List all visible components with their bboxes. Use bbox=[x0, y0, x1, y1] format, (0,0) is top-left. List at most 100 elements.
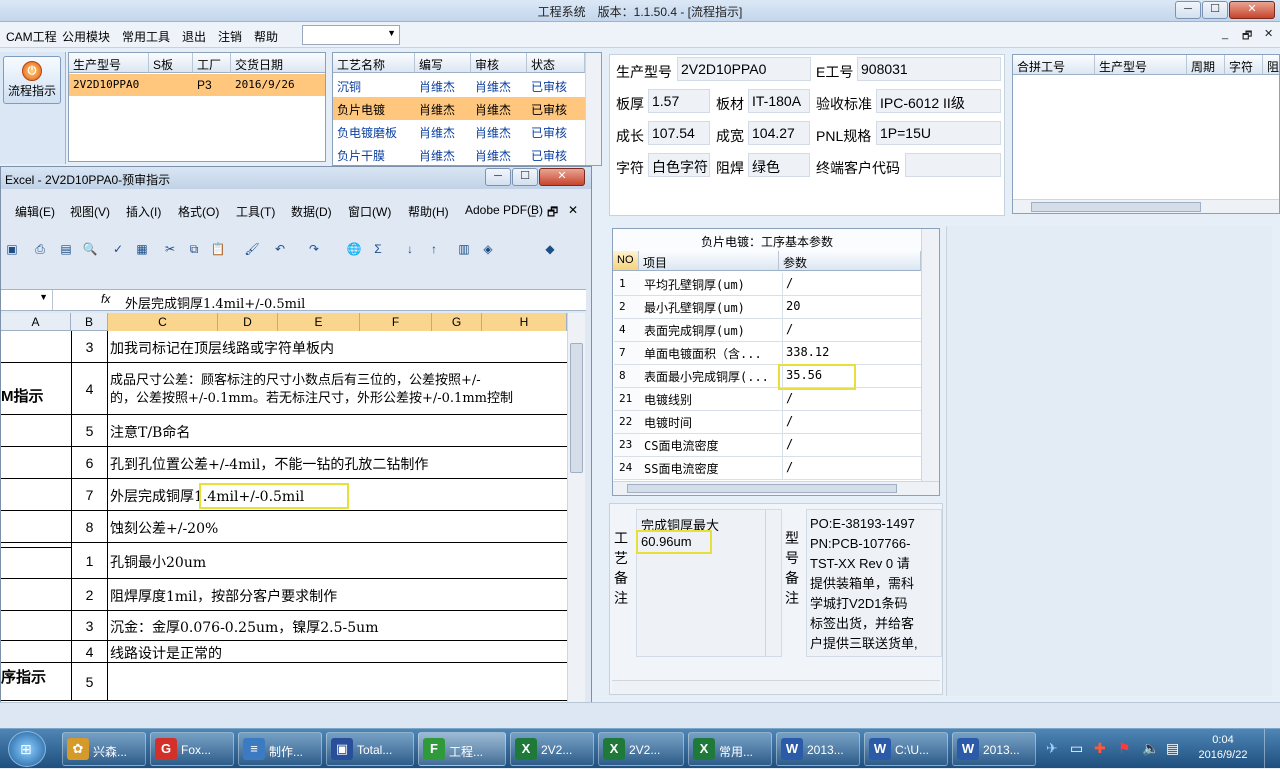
excel-menu-data[interactable]: 数据(D) bbox=[291, 203, 332, 220]
show-desktop-button[interactable] bbox=[1264, 729, 1280, 769]
excel-menu-help[interactable]: 帮助(H) bbox=[408, 203, 449, 220]
col-delivery[interactable]: 交货日期 bbox=[231, 53, 325, 73]
remarks-scrollbar[interactable] bbox=[765, 510, 781, 656]
network-icon[interactable]: ▤ bbox=[1166, 740, 1179, 757]
spelling-icon[interactable]: ✓ bbox=[109, 242, 127, 258]
col-merge-model[interactable]: 生产型号 bbox=[1095, 55, 1187, 75]
autosum-icon[interactable]: Σ bbox=[369, 242, 387, 258]
tray-app-icon[interactable]: ✈ bbox=[1046, 740, 1058, 757]
menu-dropdown[interactable]: ▼ bbox=[302, 25, 400, 45]
clock[interactable]: 0:04 2016/9/22 bbox=[1190, 733, 1256, 763]
minimize-button[interactable]: ─ bbox=[1175, 1, 1201, 19]
taskbar-item[interactable]: ✿ 兴森... bbox=[62, 732, 146, 766]
flow-instruction-button[interactable]: ⏻ 流程指示 bbox=[3, 56, 61, 104]
scroll-thumb[interactable] bbox=[627, 484, 897, 493]
field-model[interactable]: 2V2D10PPA0 bbox=[677, 57, 811, 81]
col-reviewer[interactable]: 审核 bbox=[471, 53, 527, 73]
table-row[interactable]: 7 单面电镀面积（含... 338.12 bbox=[614, 342, 922, 365]
maximize-button[interactable]: ☐ bbox=[1202, 1, 1228, 19]
field-pnl[interactable]: 1P=15U bbox=[876, 121, 1001, 145]
excel-menu-format[interactable]: 格式(O) bbox=[178, 203, 219, 220]
col-item[interactable]: 项目 bbox=[639, 251, 779, 271]
volume-icon[interactable]: 🔈 bbox=[1142, 740, 1159, 757]
col-merge-cycle[interactable]: 周期 bbox=[1187, 55, 1225, 75]
tray-device-icon[interactable]: ▭ bbox=[1070, 740, 1083, 757]
start-button[interactable]: ⊞ bbox=[8, 731, 46, 767]
table-row[interactable]: 24 SS面电流密度 / bbox=[614, 457, 922, 480]
scroll-thumb[interactable] bbox=[1031, 202, 1201, 212]
sort-ascending-icon[interactable]: ↓ bbox=[401, 242, 419, 258]
col-merge-mask[interactable]: 阻焊 bbox=[1263, 55, 1279, 75]
tray-security-icon[interactable]: ✚ bbox=[1094, 740, 1106, 757]
field-soldermask[interactable]: 绿色 bbox=[748, 153, 810, 177]
col-s-board[interactable]: S板 bbox=[149, 53, 193, 73]
table-row[interactable]: 21 电镀线别 / bbox=[614, 388, 922, 411]
taskbar-item[interactable]: G Fox... bbox=[150, 732, 234, 766]
permission-icon[interactable]: ▣ bbox=[3, 242, 21, 258]
field-silkscreen[interactable]: 白色字符 bbox=[648, 153, 710, 177]
undo-icon[interactable]: ↶ bbox=[271, 242, 289, 258]
table-row[interactable]: 22 电镀时间 / bbox=[614, 411, 922, 434]
excel-mdi-restore[interactable]: 🗗 bbox=[547, 203, 558, 224]
print-preview-icon[interactable]: ▤ bbox=[57, 242, 75, 258]
print-icon[interactable]: ⎙ bbox=[31, 242, 49, 258]
research-icon[interactable]: ▦ bbox=[133, 242, 151, 258]
field-material[interactable]: IT-180A bbox=[748, 89, 810, 113]
formula-input[interactable]: 外层完成铜厚1.4mil+/-0.5mil bbox=[125, 293, 305, 312]
preview-icon[interactable]: 🔍 bbox=[81, 242, 99, 258]
col-value[interactable]: 参数 bbox=[779, 251, 921, 271]
table-row[interactable]: 1 平均孔壁铜厚(um) / bbox=[614, 273, 922, 296]
process-grid-scrollbar[interactable] bbox=[585, 53, 601, 165]
copy-icon[interactable]: ⧉ bbox=[185, 242, 203, 258]
excel-menu-tools[interactable]: 工具(T) bbox=[236, 203, 275, 220]
close-button[interactable]: ✕ bbox=[1229, 1, 1275, 19]
taskbar-item[interactable]: W 2013... bbox=[776, 732, 860, 766]
col-factory[interactable]: 工厂 bbox=[193, 53, 231, 73]
excel-menu-edit[interactable]: 编辑(E) bbox=[15, 203, 55, 220]
excel-vertical-scrollbar[interactable] bbox=[567, 313, 585, 729]
col-header-c[interactable]: C bbox=[108, 313, 218, 331]
excel-maximize-button[interactable]: ☐ bbox=[512, 168, 538, 186]
paste-icon[interactable]: 📋 bbox=[209, 242, 227, 258]
menu-exit[interactable]: 退出 bbox=[182, 28, 206, 45]
col-model[interactable]: 生产型号 bbox=[69, 53, 149, 73]
model-remarks-text[interactable]: PO:E-38193-1497 PN:PCB-107766- TST-XX Re… bbox=[806, 509, 942, 657]
hyperlink-icon[interactable]: 🌐 bbox=[345, 242, 363, 258]
field-standard[interactable]: IPC-6012 II级 bbox=[876, 89, 1001, 113]
excel-mdi-minimize[interactable]: _ bbox=[529, 203, 536, 217]
cut-icon[interactable]: ✂ bbox=[161, 242, 179, 258]
field-thickness[interactable]: 1.57 bbox=[648, 89, 710, 113]
table-row[interactable]: 8 表面最小完成铜厚(... 35.56 bbox=[614, 365, 922, 388]
param-grid-vscrollbar[interactable] bbox=[921, 229, 939, 481]
taskbar-item[interactable]: W 2013... bbox=[952, 732, 1036, 766]
col-header-f[interactable]: F bbox=[360, 313, 432, 331]
col-header-b[interactable]: B bbox=[71, 313, 108, 331]
menu-public[interactable]: 公用模块 bbox=[62, 28, 110, 45]
redo-icon[interactable]: ↷ bbox=[305, 242, 323, 258]
col-merge-no[interactable]: 合拼工号 bbox=[1013, 55, 1095, 75]
sort-descending-icon[interactable]: ↑ bbox=[425, 242, 443, 258]
remarks-hscrollbar[interactable] bbox=[612, 680, 940, 694]
field-eno[interactable]: 908031 bbox=[857, 57, 1001, 81]
table-row[interactable]: 2 最小孔壁铜厚(um) 20 bbox=[614, 296, 922, 319]
menu-logout[interactable]: 注销 bbox=[218, 28, 242, 45]
taskbar-item[interactable]: X 2V2... bbox=[598, 732, 684, 766]
field-width[interactable]: 104.27 bbox=[748, 121, 810, 145]
drawing-icon[interactable]: ◈ bbox=[479, 242, 497, 258]
taskbar-item[interactable]: ≡ 制作... bbox=[238, 732, 322, 766]
taskbar-item-active[interactable]: F 工程... bbox=[418, 732, 506, 766]
param-grid-hscrollbar[interactable] bbox=[613, 481, 939, 495]
menu-help[interactable]: 帮助 bbox=[254, 28, 278, 45]
col-process[interactable]: 工艺名称 bbox=[333, 53, 415, 73]
spreadsheet[interactable]: 3 加我司标记在顶层线路或字符单板内 4 成品尺寸公差：顾客标注的尺寸小数点后有三位… bbox=[1, 331, 567, 731]
taskbar-item[interactable]: X 2V2... bbox=[510, 732, 594, 766]
col-status[interactable]: 状态 bbox=[527, 53, 585, 73]
format-painter-icon[interactable]: 🖌 bbox=[243, 242, 261, 258]
col-header-a[interactable]: A bbox=[1, 313, 71, 331]
excel-menu-insert[interactable]: 插入(I) bbox=[126, 203, 161, 220]
field-length[interactable]: 107.54 bbox=[648, 121, 710, 145]
table-row[interactable]: 23 CS面电流密度 / bbox=[614, 434, 922, 457]
name-box[interactable]: ▼ bbox=[1, 290, 53, 310]
col-header-e[interactable]: E bbox=[278, 313, 360, 331]
excel-mdi-close[interactable]: ✕ bbox=[568, 203, 578, 217]
